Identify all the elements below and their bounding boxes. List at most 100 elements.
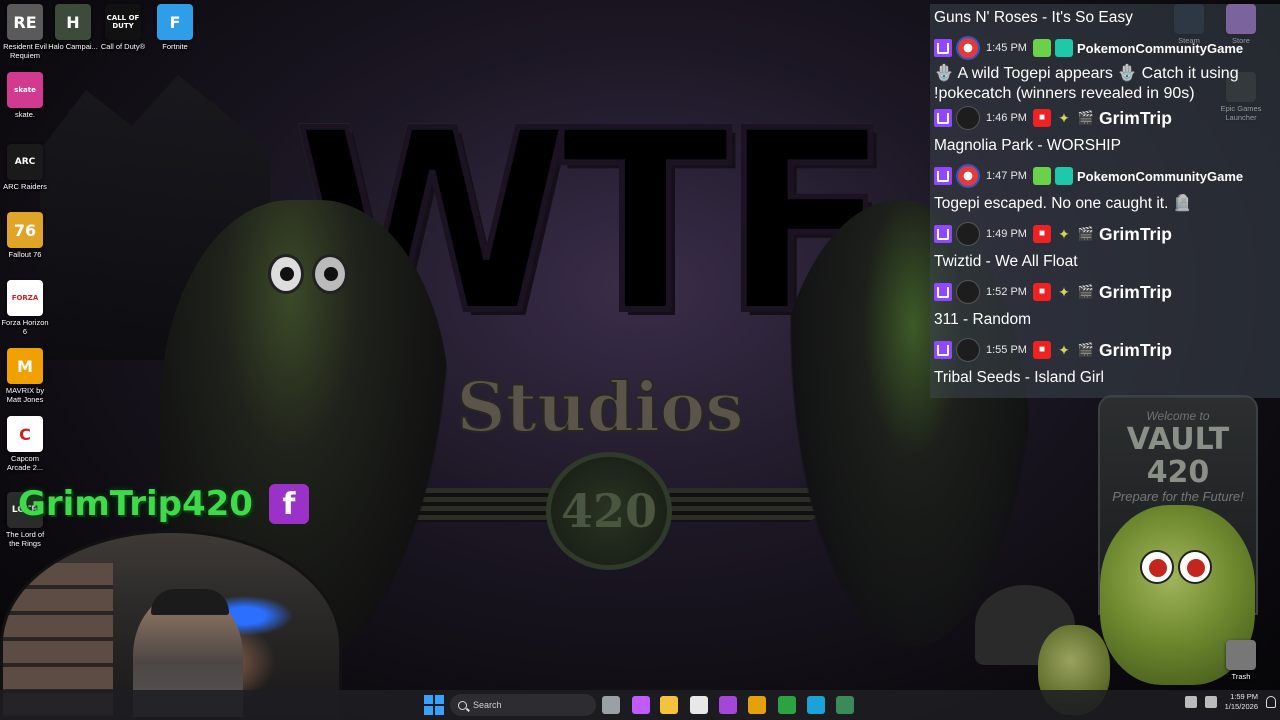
- desktop-shortcut[interactable]: FORZA Forza Horizon 6: [0, 280, 50, 336]
- desktop-shortcut[interactable]: RE Resident Evil Requiem: [0, 4, 50, 60]
- ctl-badge-icon: [1054, 39, 1073, 57]
- windows-logo-tile: [424, 706, 433, 715]
- avatar: [956, 338, 980, 362]
- chat-username[interactable]: PokemonCommunityGame: [1077, 169, 1243, 184]
- chat-username[interactable]: GrimTrip: [1099, 224, 1172, 245]
- desktop-shortcut[interactable]: M MAVRIX by Matt Jones: [0, 348, 50, 404]
- edge-icon[interactable]: [807, 696, 825, 714]
- avatar: [956, 222, 980, 246]
- volume-icon[interactable]: [1204, 696, 1217, 708]
- chat-username[interactable]: GrimTrip: [1099, 340, 1172, 361]
- desktop-shortcut-label: The Lord of the Rings: [5, 530, 45, 548]
- twitch-icon: [934, 283, 952, 301]
- mascot-eye-left: [1140, 550, 1174, 584]
- chat-username[interactable]: PokemonCommunityGame: [1077, 41, 1243, 56]
- desktop-shortcut-label: Resident Evil Requiem: [3, 42, 47, 60]
- vault-tagline: Prepare for the Future!: [1112, 489, 1244, 504]
- chat-timestamp: 1:52 PM: [986, 286, 1027, 298]
- arc-raiders-icon: ARC: [7, 144, 43, 180]
- film-badge-icon: 🎬: [1077, 284, 1095, 299]
- chat-timestamp: 1:49 PM: [986, 228, 1027, 240]
- twitch-icon: [934, 109, 952, 127]
- facebook-icon: f: [268, 484, 309, 524]
- desktop-shortcut[interactable]: skate skate.: [0, 72, 50, 119]
- wallpaper-studios-text: Studios: [456, 367, 745, 449]
- film-badge-icon: 🎬: [1077, 342, 1095, 357]
- star-badge-icon: ✦: [1058, 342, 1070, 358]
- call-of-duty-icon: CALL OF DUTY: [105, 4, 141, 40]
- twitch-icon: [934, 225, 952, 243]
- notification-icon[interactable]: [1266, 696, 1276, 708]
- vault-name: VAULT 420: [1126, 422, 1230, 490]
- task-view-icon[interactable]: [602, 696, 620, 714]
- microsoft-store-icon[interactable]: [690, 696, 708, 714]
- twitch-icon: [934, 39, 952, 57]
- stream-handle: GrimTrip420: [18, 484, 253, 524]
- cam-badge-icon: [1032, 109, 1051, 127]
- mail-icon[interactable]: [719, 696, 737, 714]
- desktop-shortcut-label: Trash: [1231, 672, 1251, 681]
- skate-icon: skate: [7, 72, 43, 108]
- start-button[interactable]: [424, 695, 444, 715]
- xbox-icon[interactable]: [778, 696, 796, 714]
- taskbar: Search 1:59 PM 1/15/2026: [0, 690, 1280, 720]
- cam-badge-icon: [1032, 341, 1051, 359]
- desktop-shortcut-label: Fortnite: [162, 42, 188, 51]
- network-icon[interactable]: [1184, 696, 1197, 708]
- desktop-shortcut[interactable]: ARC ARC Raiders: [0, 144, 50, 191]
- wallpaper-eye-left: [268, 254, 304, 294]
- desktop-shortcut[interactable]: C Capcom Arcade 2...: [0, 416, 50, 472]
- terminal-icon[interactable]: [836, 696, 854, 714]
- recycle-bin-icon: [1226, 640, 1256, 670]
- chat-timestamp: 1:45 PM: [986, 42, 1027, 54]
- chat-username[interactable]: GrimTrip: [1099, 108, 1172, 129]
- leaf-badge-icon: [1032, 39, 1051, 57]
- chat-username[interactable]: GrimTrip: [1099, 282, 1172, 303]
- chat-message-body: 🪬 A wild Togepi appears 🪬 Catch it using…: [934, 65, 1239, 102]
- file-explorer-icon[interactable]: [660, 696, 678, 714]
- fallout-76-icon: 76: [7, 212, 43, 248]
- chat-timestamp: 1:46 PM: [986, 112, 1027, 124]
- chat-message-body: 311 - Random: [934, 311, 1032, 328]
- desktop-shortcut-label: Call of Duty®: [100, 42, 146, 51]
- plex-icon[interactable]: [748, 696, 766, 714]
- taskbar-search[interactable]: Search: [450, 694, 596, 716]
- fortnite-icon: F: [157, 4, 193, 40]
- chat-message-body: Twiztid - We All Float: [934, 253, 1078, 270]
- avatar: [956, 164, 980, 188]
- desktop-shortcut[interactable]: Trash: [1208, 640, 1274, 681]
- desktop-shortcut-label: Fallout 76: [8, 250, 42, 259]
- windows-logo-tile: [424, 695, 433, 704]
- avatar: [956, 106, 980, 130]
- ctl-badge-icon: [1054, 167, 1073, 185]
- chat-message-header: 1:46 PM ✦ 🎬 GrimTrip: [934, 105, 1276, 131]
- leaf-badge-icon: [1032, 167, 1051, 185]
- desktop-shortcut[interactable]: H Halo Campai...: [48, 4, 98, 51]
- system-tray: 1:59 PM 1/15/2026: [1184, 692, 1276, 712]
- desktop-shortcut[interactable]: CALL OF DUTY Call of Duty®: [98, 4, 148, 51]
- chat-message-body: Magnolia Park - WORSHIP: [934, 137, 1121, 154]
- star-badge-icon: ✦: [1058, 110, 1070, 126]
- desktop-shortcut-label: ARC Raiders: [3, 182, 47, 191]
- wallpaper-eye-right: [312, 254, 348, 294]
- copilot-icon[interactable]: [632, 696, 650, 714]
- taskbar-clock[interactable]: 1:59 PM 1/15/2026: [1225, 692, 1258, 712]
- desktop-shortcut-label: Halo Campai...: [48, 42, 98, 51]
- stream-branding: GrimTrip420 f: [18, 484, 309, 524]
- avatar: [956, 280, 980, 304]
- twitch-icon: [934, 341, 952, 359]
- cam-badge-icon: [1032, 283, 1051, 301]
- desktop-shortcut-label: Forza Horizon 6: [1, 318, 49, 336]
- chat-message-body: Guns N' Roses - It's So Easy: [934, 9, 1133, 26]
- search-placeholder: Search: [473, 700, 502, 710]
- wallpaper-badge: 420: [546, 452, 672, 570]
- desktop-shortcut[interactable]: 76 Fallout 76: [0, 212, 50, 259]
- desktop-shortcut[interactable]: F Fortnite: [150, 4, 200, 51]
- chat-message-header: 1:52 PM ✦ 🎬 GrimTrip: [934, 279, 1276, 305]
- star-badge-icon: ✦: [1058, 226, 1070, 242]
- webcam-headset: [151, 589, 229, 615]
- chat-message-body: Tribal Seeds - Island Girl: [934, 369, 1104, 386]
- windows-logo-tile: [435, 706, 444, 715]
- desktop-shortcut-label: Capcom Arcade 2...: [6, 454, 44, 472]
- chat-timestamp: 1:55 PM: [986, 344, 1027, 356]
